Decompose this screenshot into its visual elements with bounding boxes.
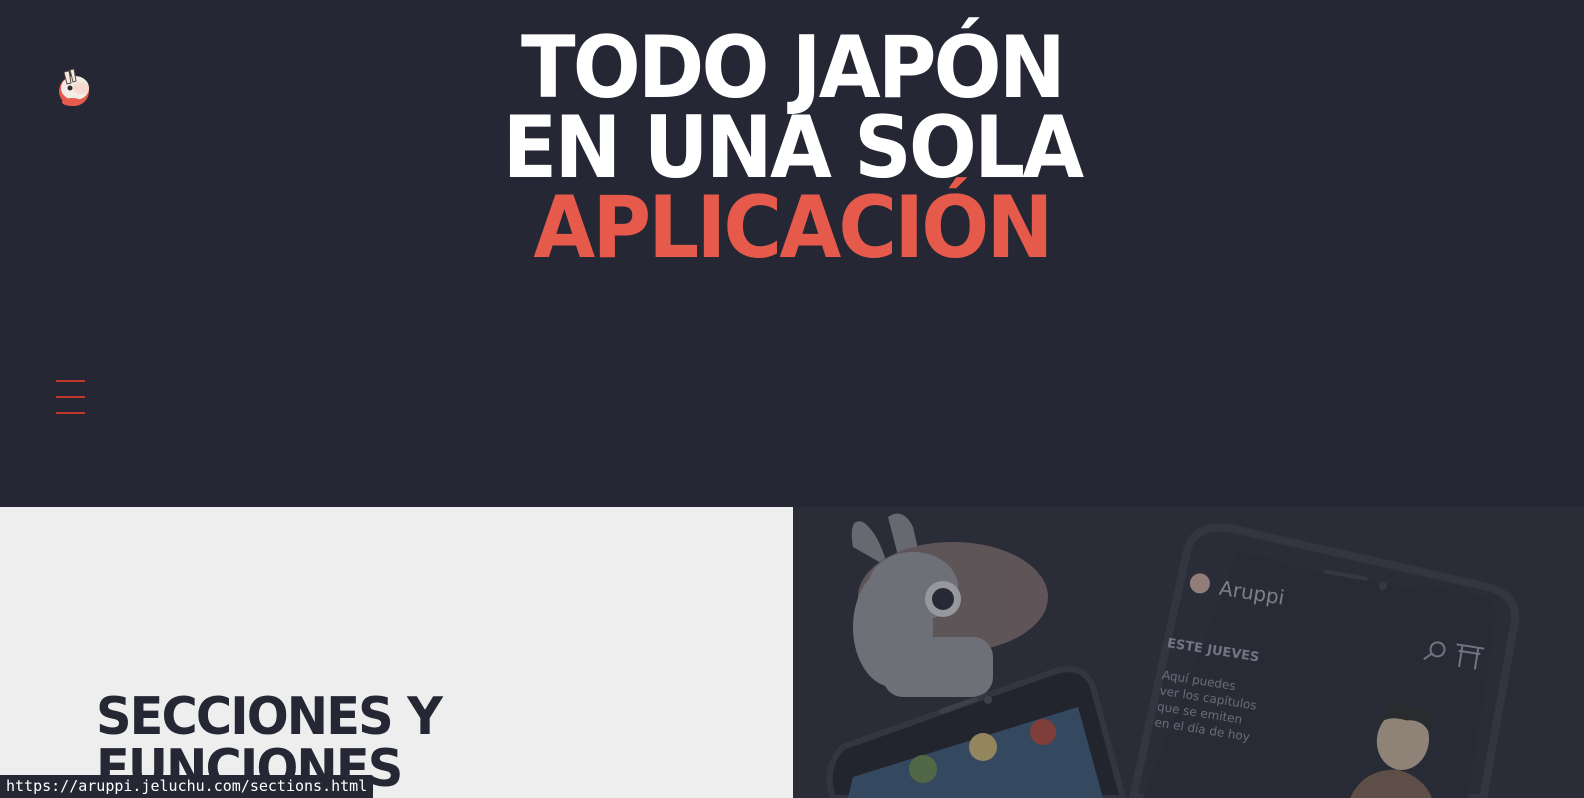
app-showcase-image: Aruppi ESTE JUEVES Aquí puedes ver los c… bbox=[793, 507, 1584, 798]
menu-bar-top bbox=[56, 380, 85, 382]
phone-right-illustration bbox=[1128, 523, 1520, 798]
hero-title-line-2: EN UNA SOLA bbox=[502, 98, 1085, 198]
page: TODO JAPÓN EN UNA SOLA APLICACIÓN SECCIO… bbox=[0, 0, 1584, 798]
hamburger-menu-icon[interactable] bbox=[54, 378, 86, 416]
sections-panel: SECCIONES Y FUNCIONES bbox=[0, 507, 793, 798]
hero-title-line-1: TODO JAPÓN bbox=[520, 18, 1066, 118]
status-bar-url: https://aruppi.jeluchu.com/sections.html bbox=[0, 775, 374, 798]
hero-title: TODO JAPÓN EN UNA SOLA APLICACIÓN bbox=[55, 18, 1528, 278]
hero-title-line-3: APLICACIÓN bbox=[533, 178, 1053, 278]
llama-mascot-illustration bbox=[851, 513, 1048, 697]
menu-bar-middle bbox=[56, 396, 85, 398]
menu-bar-bottom bbox=[56, 412, 85, 414]
sections-title-line-1: SECCIONES Y bbox=[96, 687, 443, 747]
